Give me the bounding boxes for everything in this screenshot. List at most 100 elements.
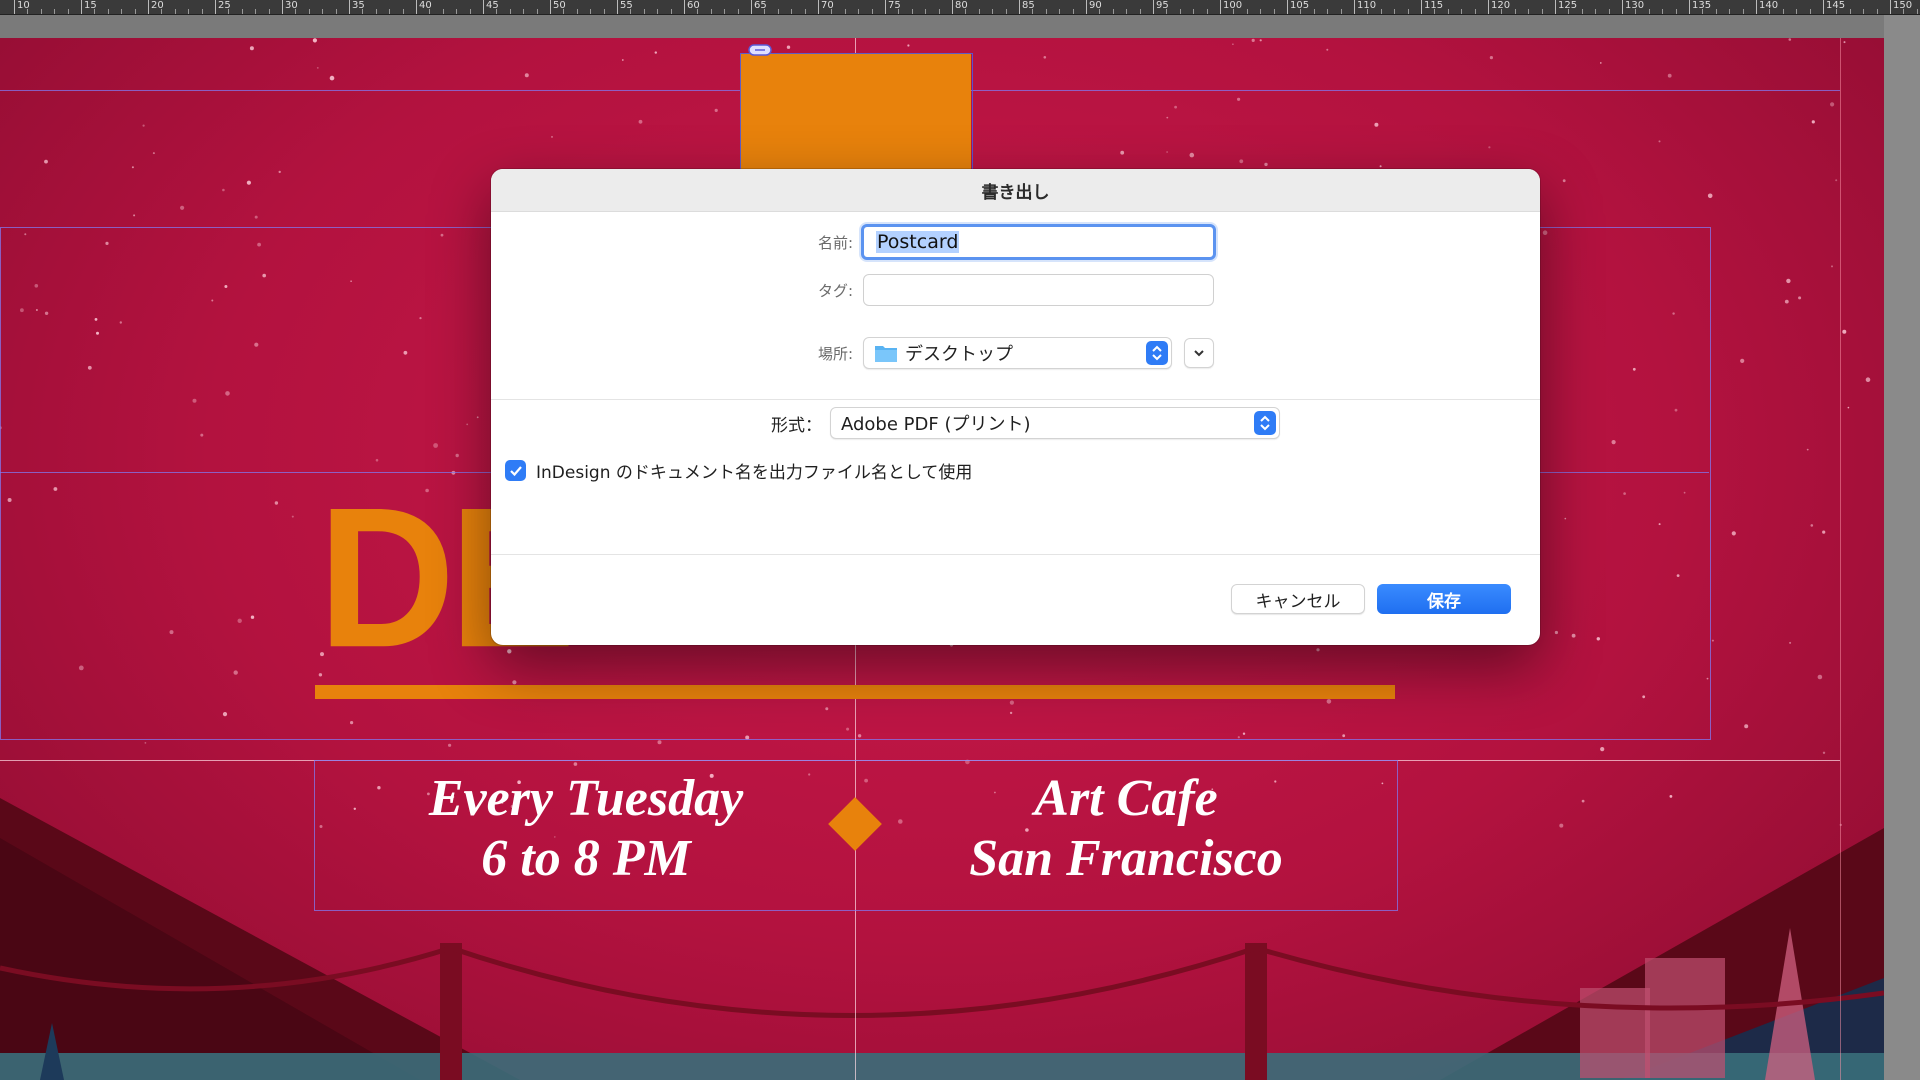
format-value: Adobe PDF (プリント) [841,414,1031,435]
orange-underline[interactable] [315,685,1395,699]
ruler-tick [429,9,431,14]
ruler-tick [509,9,511,14]
ruler-tick [1541,9,1543,14]
ruler-tick [148,0,149,14]
ruler-tick [201,9,203,14]
ruler-tick [684,0,685,14]
ruler-tick [40,9,42,14]
ruler-tick [375,9,377,14]
ruler-tick [241,9,243,14]
ruler-tick [1447,9,1449,14]
ruler-tick [1461,9,1463,14]
expand-button[interactable] [1184,338,1214,368]
ruler-tick [456,9,458,14]
ruler-tick [1139,9,1141,14]
ruler-tick [1742,9,1744,14]
ruler-tick [670,9,672,14]
ruler-tick [402,9,404,14]
ruler-tick [282,0,283,14]
ruler-tick [965,9,967,14]
ruler-tick [1434,9,1436,14]
ruler-tick [576,9,578,14]
scrollbar[interactable] [1884,15,1920,1080]
link-icon[interactable] [748,43,772,57]
ruler-tick [308,9,310,14]
ruler-tick [1648,9,1650,14]
ruler-tick [1715,9,1717,14]
ruler-tick [751,0,752,14]
ruler-tick [1903,9,1905,14]
ruler-tick [295,9,297,14]
ruler-tick [188,9,190,14]
ruler-tick [978,9,980,14]
ruler-tick [1273,9,1275,14]
horizontal-ruler[interactable]: 10 15 20 25 30 35 40 45 50 55 60 65 70 75 80 85 90 95 100 1… [0,0,1920,15]
ruler-tick [1072,9,1074,14]
ruler-tick [1112,9,1114,14]
save-button[interactable]: 保存 [1377,584,1511,614]
ruler-tick [54,9,56,14]
ruler-tick [1890,0,1891,14]
ruler-tick [322,9,324,14]
ruler-tick [1809,9,1811,14]
export-dialog: 書き出し 名前: Postcard タグ: 場所: デスクトップ 形式： Ado… [491,169,1540,645]
ruler-tick [1153,0,1154,14]
ruler-tick [1568,9,1570,14]
ruler-tick [885,0,886,14]
name-input-value: Postcard [876,231,960,253]
checkbox-row: InDesign のドキュメント名を出力ファイル名として使用 [505,458,972,483]
ruler-tick [14,0,15,14]
ruler-tick [255,9,257,14]
use-doc-name-checkbox[interactable] [505,460,526,481]
event-day-time[interactable]: Every Tuesday 6 to 8 PM [326,769,846,889]
checkbox-label: InDesign のドキュメント名を出力ファイル名として使用 [536,463,973,483]
cancel-button[interactable]: キャンセル [1231,584,1365,614]
ruler-tick [1019,0,1020,14]
dialog-titlebar[interactable]: 書き出し [491,169,1540,212]
ruler-tick [268,9,270,14]
ruler-tick [1863,9,1865,14]
separator [491,399,1540,400]
name-label: 名前: [817,233,853,252]
ruler-tick [1796,9,1798,14]
location-label: 場所: [817,344,853,363]
ruler-tick [1179,9,1181,14]
ruler-tick [737,9,739,14]
ruler-tick [1555,0,1556,14]
ruler-tick [898,9,900,14]
ruler-tick [603,9,605,14]
ruler-tick [818,0,819,14]
ruler-tick [710,9,712,14]
event-venue[interactable]: Art Cafe San Francisco [866,769,1386,889]
ruler-tick [1488,0,1489,14]
ruler-tick [335,9,337,14]
folder-icon [875,346,897,362]
ruler-tick [617,0,618,14]
ruler-tick [1220,0,1221,14]
ruler-tick [1354,0,1355,14]
format-label: 形式： [771,415,822,436]
ruler-tick [483,0,484,14]
ruler-tick [590,9,592,14]
ruler-tick [349,0,350,14]
ruler-tick [1340,9,1342,14]
ruler-tick [1595,9,1597,14]
name-row: 名前: Postcard [491,224,1540,260]
ruler-tick [215,0,216,14]
location-popup[interactable]: デスクトップ [863,337,1172,369]
ruler-tick [938,9,940,14]
venue-name: Art Cafe [1034,770,1218,827]
ruler-tick [134,9,136,14]
tags-label: タグ: [817,281,853,300]
ruler-tick [1635,9,1637,14]
ruler-tick [1367,9,1369,14]
ruler-tick [724,9,726,14]
ruler-tick [1689,0,1690,14]
format-popup[interactable]: Adobe PDF (プリント) [830,407,1280,439]
popup-stepper-icon [1254,411,1276,435]
ruler-tick [804,9,806,14]
ruler-tick [925,9,927,14]
name-input[interactable]: Postcard [861,224,1216,260]
tags-input[interactable] [863,274,1214,306]
ruler-tick [496,9,498,14]
